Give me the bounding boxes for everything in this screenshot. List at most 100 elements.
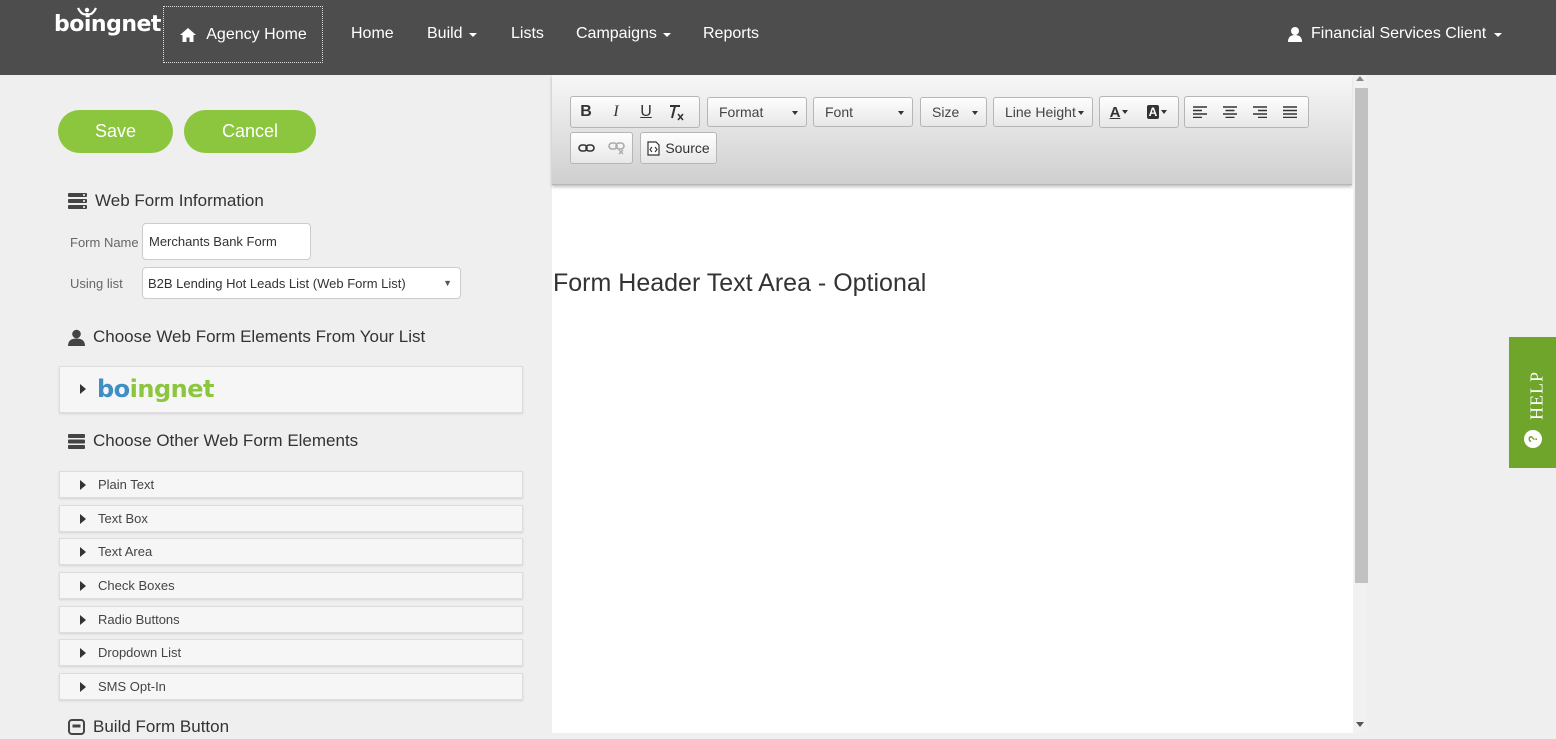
cancel-button[interactable]: Cancel bbox=[184, 110, 316, 153]
question-circle-icon: ? bbox=[1524, 430, 1542, 448]
unlink-button[interactable] bbox=[601, 133, 631, 163]
align-justify-button[interactable] bbox=[1275, 97, 1305, 127]
size-label: Size bbox=[932, 104, 960, 120]
align-center-icon bbox=[1223, 106, 1237, 118]
element-label: SMS Opt-In bbox=[98, 679, 166, 694]
element-radio-buttons[interactable]: Radio Buttons bbox=[59, 606, 523, 633]
element-plain-text[interactable]: Plain Text bbox=[59, 471, 523, 498]
caret-down-icon bbox=[468, 33, 477, 37]
background-color-button[interactable]: A bbox=[1138, 97, 1176, 127]
element-text-area[interactable]: Text Area bbox=[59, 538, 523, 565]
caret-down-icon bbox=[662, 33, 671, 37]
help-tab[interactable]: HELP ? bbox=[1509, 337, 1556, 468]
format-label: Format bbox=[719, 104, 764, 120]
element-label: Plain Text bbox=[98, 477, 155, 492]
align-right-icon bbox=[1253, 106, 1267, 118]
using-list-select[interactable]: B2B Lending Hot Leads List (Web Form Lis… bbox=[142, 267, 461, 299]
top-navbar: boingnet Agency Home Home Build Lists Ca… bbox=[0, 0, 1556, 75]
nav-build-label: Build bbox=[427, 25, 463, 42]
home-icon bbox=[180, 27, 197, 42]
nav-campaigns-label: Campaigns bbox=[576, 25, 657, 42]
element-dropdown-list[interactable]: Dropdown List bbox=[59, 639, 523, 666]
element-text-box[interactable]: Text Box bbox=[59, 505, 523, 532]
save-button[interactable]: Save bbox=[58, 110, 173, 153]
align-left-icon bbox=[1193, 106, 1207, 118]
text-color-button[interactable]: A bbox=[1100, 97, 1138, 127]
list-logo: boingnet bbox=[97, 375, 215, 403]
expand-triangle-icon bbox=[80, 681, 86, 692]
background-color-icon: A bbox=[1146, 105, 1160, 119]
editor-toolbar: B I U Format Font Size Line Height A A S… bbox=[552, 75, 1352, 185]
text-color-icon: A bbox=[1109, 103, 1121, 121]
editor-content-text[interactable]: Form Header Text Area - Optional bbox=[553, 269, 926, 298]
align-left-button[interactable] bbox=[1185, 97, 1215, 127]
remove-format-button[interactable] bbox=[661, 97, 691, 127]
build-button-title: Build Form Button bbox=[93, 717, 230, 736]
nav-build[interactable]: Build bbox=[427, 24, 477, 44]
bold-button[interactable]: B bbox=[571, 97, 601, 127]
user-icon bbox=[68, 329, 85, 346]
logo-text: boingnet bbox=[54, 12, 161, 37]
expand-triangle-icon bbox=[80, 647, 86, 658]
element-check-boxes[interactable]: Check Boxes bbox=[59, 572, 523, 599]
nav-campaigns[interactable]: Campaigns bbox=[576, 24, 671, 44]
list-elements-title: Choose Web Form Elements From Your List bbox=[93, 327, 426, 346]
expand-triangle-icon bbox=[80, 614, 86, 625]
expand-triangle-icon bbox=[80, 479, 86, 490]
size-dropdown[interactable]: Size bbox=[920, 97, 987, 127]
build-button-heading: Build Form Button bbox=[68, 717, 229, 737]
expand-triangle-icon bbox=[80, 546, 86, 557]
element-sms-opt-in[interactable]: SMS Opt-In bbox=[59, 673, 523, 700]
nav-lists-label: Lists bbox=[511, 25, 544, 42]
remove-format-icon bbox=[670, 104, 684, 120]
editor-scrollbar[interactable] bbox=[1353, 75, 1368, 733]
scroll-up-icon[interactable] bbox=[1356, 76, 1364, 81]
agency-home-link[interactable]: Agency Home bbox=[163, 6, 323, 63]
dropdown-arrow-icon bbox=[1122, 110, 1129, 114]
user-name: Financial Services Client bbox=[1311, 25, 1487, 42]
scroll-thumb[interactable] bbox=[1355, 88, 1368, 583]
save-button-label: Save bbox=[94, 121, 137, 141]
nav-lists[interactable]: Lists bbox=[511, 24, 544, 44]
rich-text-editor: B I U Format Font Size Line Height A A S… bbox=[552, 75, 1368, 733]
link-button[interactable] bbox=[571, 133, 601, 163]
scroll-down-icon[interactable] bbox=[1356, 722, 1364, 727]
line-height-dropdown[interactable]: Line Height bbox=[993, 97, 1093, 127]
element-label: Radio Buttons bbox=[98, 612, 180, 627]
nav-home[interactable]: Home bbox=[351, 24, 394, 44]
color-group: A A bbox=[1099, 96, 1179, 128]
button-icon bbox=[68, 719, 85, 735]
align-right-button[interactable] bbox=[1245, 97, 1275, 127]
list-elements-heading: Choose Web Form Elements From Your List bbox=[68, 327, 425, 347]
nav-reports-label: Reports bbox=[703, 25, 760, 42]
element-label: Text Area bbox=[98, 544, 153, 559]
form-name-input[interactable]: Merchants Bank Form bbox=[142, 223, 311, 260]
brand-logo[interactable]: boingnet bbox=[54, 7, 161, 37]
logo-figure-icon bbox=[77, 7, 97, 16]
alignment-group bbox=[1184, 96, 1309, 128]
agency-home-label: Agency Home bbox=[206, 25, 307, 43]
format-dropdown[interactable]: Format bbox=[707, 97, 807, 127]
source-code-icon bbox=[647, 140, 660, 156]
caret-down-icon bbox=[1494, 33, 1503, 37]
source-button[interactable]: Source bbox=[640, 132, 717, 164]
italic-button[interactable]: I bbox=[601, 97, 631, 127]
underline-button[interactable]: U bbox=[631, 97, 661, 127]
other-elements-heading: Choose Other Web Form Elements bbox=[68, 431, 358, 451]
align-center-button[interactable] bbox=[1215, 97, 1245, 127]
link-icon bbox=[577, 144, 595, 152]
dropdown-arrow-icon bbox=[972, 111, 978, 115]
line-height-label: Line Height bbox=[1005, 104, 1076, 120]
web-form-info-title: Web Form Information bbox=[95, 191, 264, 210]
align-justify-icon bbox=[1283, 106, 1297, 118]
nav-home-label: Home bbox=[351, 25, 394, 42]
user-menu[interactable]: Financial Services Client bbox=[1287, 24, 1503, 44]
form-name-value: Merchants Bank Form bbox=[149, 234, 277, 249]
nav-reports[interactable]: Reports bbox=[703, 24, 759, 44]
font-dropdown[interactable]: Font bbox=[813, 97, 913, 127]
select-arrow-icon: ▼ bbox=[443, 278, 452, 288]
list-elements-panel[interactable]: boingnet bbox=[59, 366, 523, 413]
source-label: Source bbox=[665, 140, 710, 156]
dropdown-arrow-icon bbox=[792, 111, 798, 115]
using-list-label: Using list bbox=[70, 276, 123, 291]
